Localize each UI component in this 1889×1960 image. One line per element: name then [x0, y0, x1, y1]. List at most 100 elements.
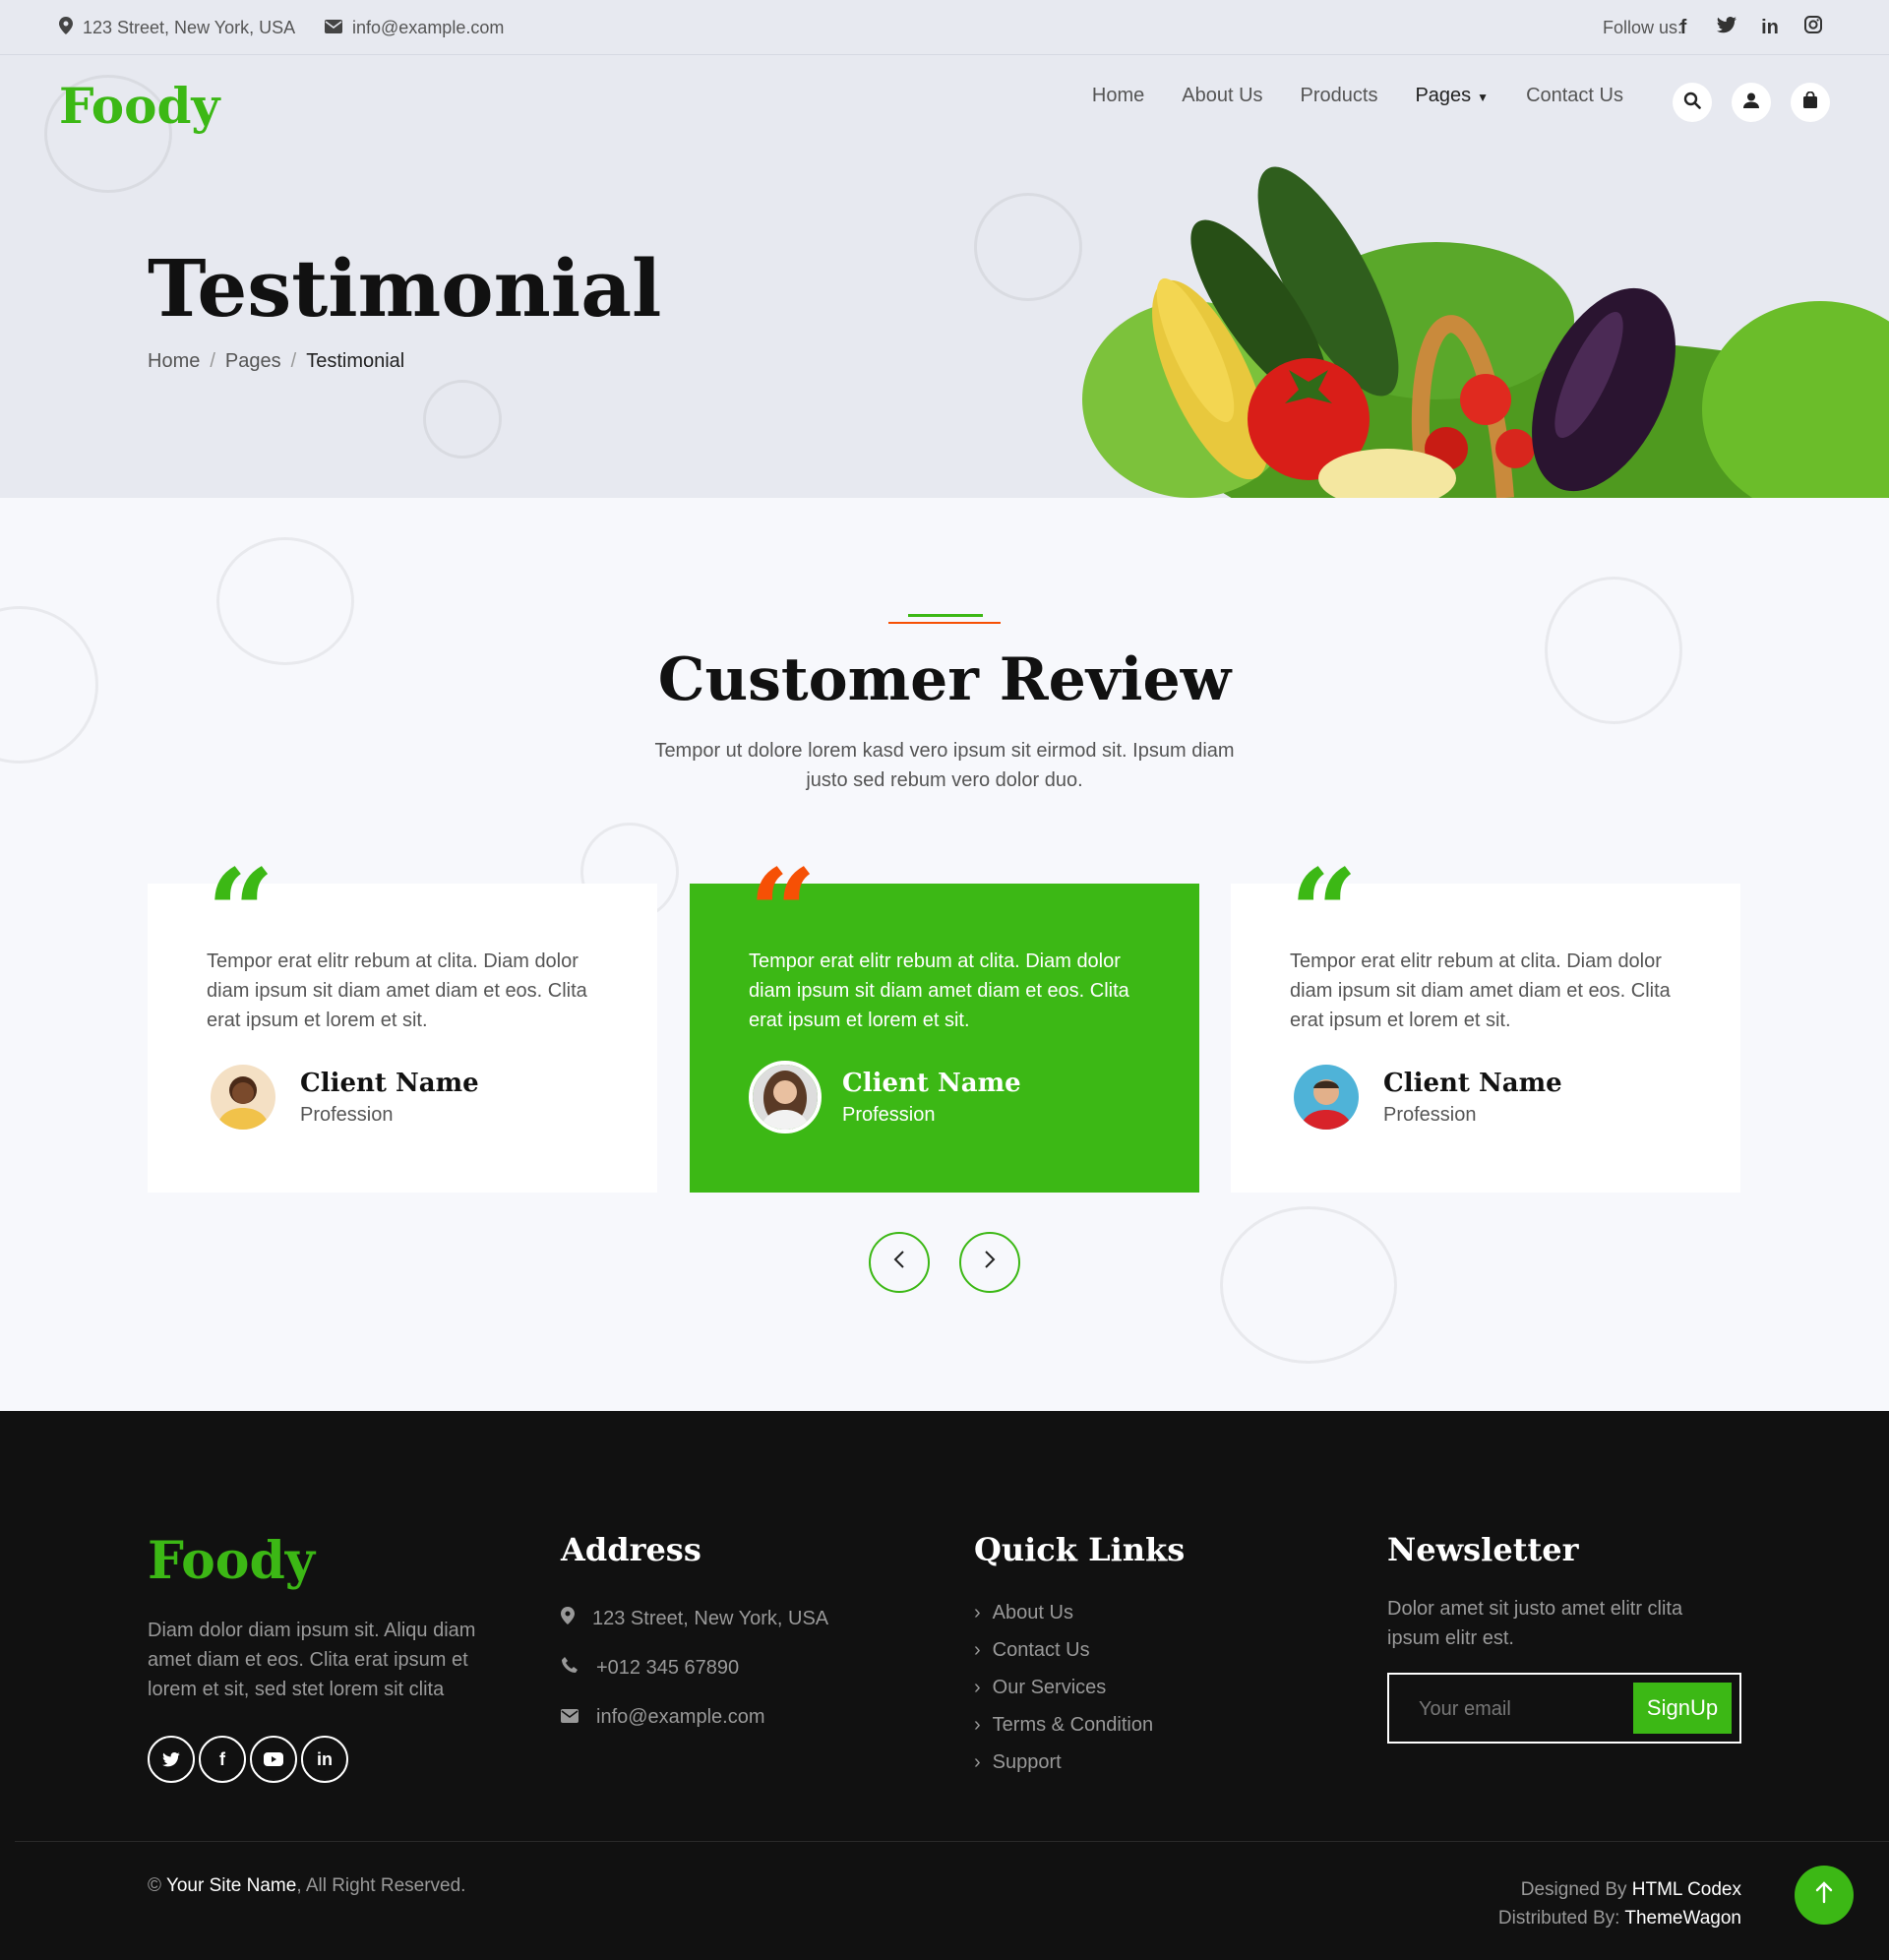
linkedin-icon[interactable]: in — [1759, 17, 1781, 39]
divider-green — [908, 614, 983, 617]
copyright-symbol: © — [148, 1875, 161, 1896]
footer: Foody Diam dolor diam ipsum sit. Aliqu d… — [0, 1411, 1889, 1960]
client-profession: Profession — [1383, 1104, 1477, 1126]
footer-address: 123 Street, New York, USA +012 345 67890… — [561, 1594, 828, 1742]
quick-link-about[interactable]: › About Us — [974, 1594, 1153, 1631]
carousel-prev-button[interactable] — [869, 1232, 930, 1293]
quick-links-title: Quick Links — [974, 1531, 1186, 1568]
quick-link-contact[interactable]: › Contact Us — [974, 1631, 1153, 1669]
follow-us-label: Follow us: — [1603, 0, 1682, 55]
chevron-right-icon: › — [974, 1676, 981, 1698]
user-button[interactable] — [1732, 83, 1771, 122]
footer-social: f in — [148, 1736, 348, 1783]
testimonial-section: Customer Review Tempor ut dolore lorem k… — [0, 498, 1889, 1411]
chevron-right-icon: › — [974, 1713, 981, 1736]
map-marker-icon — [561, 1607, 575, 1630]
copyright: © Your Site Name, All Right Reserved. — [148, 1875, 465, 1897]
nav-products[interactable]: Products — [1301, 85, 1378, 107]
nav-about[interactable]: About Us — [1182, 85, 1262, 107]
envelope-icon — [325, 18, 342, 38]
client-profession: Profession — [300, 1104, 394, 1126]
chevron-right-icon — [984, 1249, 996, 1276]
chevron-down-icon: ▼ — [1477, 91, 1490, 104]
distributed-by-label: Distributed By: — [1497, 1908, 1620, 1929]
topbar-social: f in — [1673, 0, 1824, 55]
apple-doodle-icon — [1220, 1206, 1397, 1364]
newsletter-email-input[interactable]: Your email — [1419, 1698, 1511, 1721]
newsletter-text: Dolor amet sit justo amet elitr clita ip… — [1387, 1598, 1683, 1649]
chevron-left-icon — [893, 1249, 905, 1276]
email-row: info@example.com — [561, 1692, 828, 1742]
address-title: Address — [561, 1531, 701, 1568]
section-subtitle: Tempor ut dolore lorem kasd vero ipsum s… — [654, 740, 1235, 791]
newsletter-title: Newsletter — [1387, 1531, 1579, 1568]
user-icon — [1743, 92, 1759, 113]
chevron-right-icon: › — [974, 1750, 981, 1773]
back-to-top-button[interactable] — [1795, 1866, 1854, 1925]
nav-pages[interactable]: Pages ▼ — [1415, 85, 1489, 107]
quick-link-support[interactable]: › Support — [974, 1744, 1153, 1781]
footer-logo[interactable]: Foody — [148, 1531, 315, 1591]
cart-button[interactable] — [1791, 83, 1830, 122]
nav-home[interactable]: Home — [1092, 85, 1144, 107]
address-text: 123 Street, New York, USA — [592, 1607, 829, 1629]
map-marker-icon — [59, 16, 73, 39]
carousel-next-button[interactable] — [959, 1232, 1020, 1293]
breadcrumb-separator: / — [290, 350, 297, 372]
chevron-right-icon: › — [974, 1638, 981, 1661]
twitter-icon[interactable] — [1716, 16, 1737, 39]
avatar — [749, 1061, 822, 1133]
footer-about-text: Diam dolor diam ipsum sit. Aliqu diam am… — [148, 1620, 476, 1700]
distributed-by-row: Distributed By: ThemeWagon — [1498, 1904, 1741, 1932]
quick-link-label: Terms & Condition — [992, 1713, 1154, 1736]
quick-link-label: Support — [992, 1750, 1062, 1773]
arrow-up-icon — [1815, 1879, 1833, 1911]
breadcrumb-home[interactable]: Home — [148, 350, 200, 373]
nav-contact[interactable]: Contact Us — [1526, 85, 1623, 107]
main-nav: Home About Us Products Pages ▼ Contact Us — [1092, 85, 1623, 107]
avatar — [207, 1061, 279, 1133]
signup-button[interactable]: SignUp — [1633, 1683, 1732, 1734]
search-button[interactable] — [1673, 83, 1712, 122]
client-name: Client Name — [842, 1069, 1021, 1098]
quick-link-terms[interactable]: › Terms & Condition — [974, 1706, 1153, 1744]
client-profession: Profession — [842, 1104, 936, 1126]
quick-links: › About Us › Contact Us › Our Services › Ter… — [974, 1594, 1153, 1781]
chevron-right-icon: › — [974, 1601, 981, 1623]
orange-doodle-icon — [423, 380, 502, 459]
site-name-link[interactable]: Your Site Name — [166, 1875, 296, 1896]
footer-divider — [15, 1841, 1889, 1842]
phone-icon — [561, 1656, 579, 1680]
topbar-address: 123 Street, New York, USA — [59, 0, 295, 55]
facebook-icon[interactable]: f — [199, 1736, 246, 1783]
instagram-icon[interactable] — [1802, 16, 1824, 39]
bag-icon — [1802, 91, 1818, 113]
email-text: info@example.com — [596, 1705, 765, 1728]
nav-pages-label: Pages — [1415, 85, 1472, 106]
vegetables-image — [1082, 166, 1889, 498]
linkedin-icon[interactable]: in — [301, 1736, 348, 1783]
breadcrumb-current: Testimonial — [306, 350, 405, 372]
testimonial-text: Tempor erat elitr rebum at clita. Diam d… — [207, 950, 587, 1031]
follow-us-text: Follow us: — [1602, 17, 1682, 37]
site-logo[interactable]: Foody — [59, 77, 219, 135]
quick-link-services[interactable]: › Our Services — [974, 1669, 1153, 1706]
search-icon — [1683, 92, 1701, 114]
youtube-icon[interactable] — [250, 1736, 297, 1783]
quick-link-label: About Us — [992, 1601, 1073, 1623]
designed-by-link[interactable]: HTML Codex — [1632, 1879, 1741, 1900]
section-divider — [888, 614, 1001, 624]
breadcrumb-pages[interactable]: Pages — [225, 350, 281, 373]
distributed-by-link[interactable]: ThemeWagon — [1624, 1908, 1741, 1929]
client-name: Client Name — [1383, 1069, 1562, 1098]
testimonial-card: “ Tempor erat elitr rebum at clita. Diam… — [1231, 854, 1740, 1193]
topbar-email: info@example.com — [325, 0, 504, 55]
section-title: Customer Review — [657, 645, 1232, 714]
page-header: Foody Home About Us Products Pages ▼ Cont… — [0, 55, 1889, 498]
rights-text: , All Right Reserved. — [296, 1875, 466, 1896]
twitter-icon[interactable] — [148, 1736, 195, 1783]
facebook-icon[interactable]: f — [1673, 17, 1694, 39]
topbar-email-text: info@example.com — [352, 17, 505, 37]
phone-row: +012 345 67890 — [561, 1643, 828, 1692]
testimonial-text: Tempor erat elitr rebum at clita. Diam d… — [1290, 950, 1671, 1031]
